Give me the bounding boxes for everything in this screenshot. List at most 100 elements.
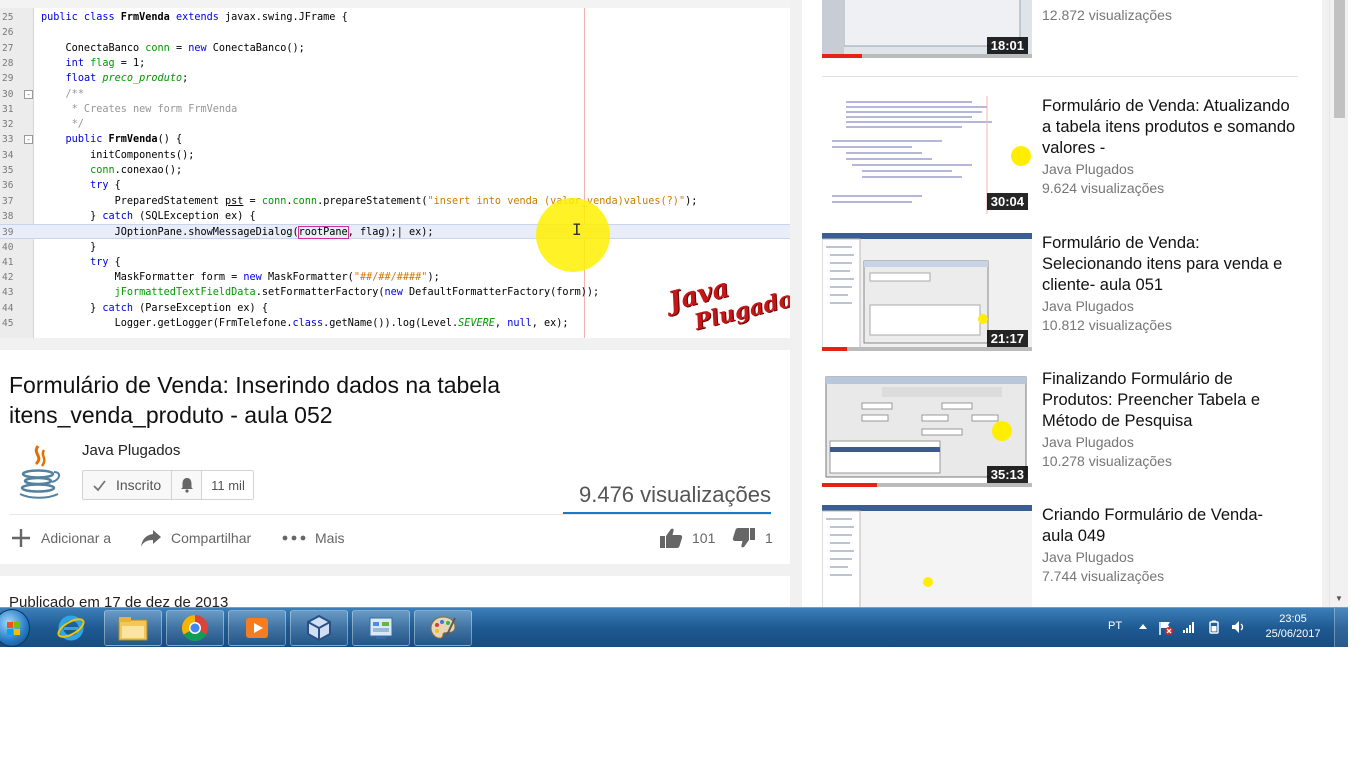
java-logo-icon (19, 445, 60, 499)
line-number: 36 (2, 180, 14, 192)
code-line: 35 conn.conexao(); (0, 163, 790, 178)
related-video-item[interactable]: 35:13 Finalizando Formulário de Produtos… (822, 369, 1302, 489)
video-channel: Java Plugados (1042, 434, 1134, 450)
video-info-card: Formulário de Venda: Inserindo dados na … (0, 350, 790, 564)
share-label: Compartilhar (171, 530, 252, 546)
line-number: 45 (2, 318, 14, 329)
code-line: 32 */ (0, 117, 790, 132)
code-text: jFormattedTextFieldData.setFormatterFact… (114, 287, 600, 299)
video-duration: 30:04 (986, 193, 1028, 210)
fold-toggle-icon: - (24, 89, 33, 99)
like-button[interactable]: 101 (659, 526, 715, 550)
code-text: try { (90, 180, 121, 192)
taskbar-file-explorer[interactable] (104, 610, 162, 646)
video-title-link[interactable]: Finalizando Formulário de Produtos: Pree… (1042, 369, 1298, 432)
video-title-link[interactable]: Criando Formulário de Venda- aula 049 (1042, 505, 1298, 547)
video-thumbnail[interactable] (822, 505, 1032, 607)
related-video-item[interactable]: Criando Formulário de Venda- aula 049 Ja… (822, 505, 1302, 607)
taskbar-virtualbox[interactable] (290, 610, 348, 646)
video-thumbnail[interactable]: 30:04 (822, 96, 1032, 214)
cube-icon (307, 614, 331, 642)
share-button[interactable]: Compartilhar (140, 526, 251, 550)
watch-progress-track (822, 347, 1032, 351)
video-thumbnail[interactable]: 35:13 (822, 369, 1032, 487)
chrome-icon (181, 614, 208, 642)
taskbar-internet-explorer[interactable] (42, 610, 100, 646)
channel-name-link[interactable]: Java Plugados (82, 442, 180, 459)
line-number: 25 (2, 12, 14, 23)
line-number: 43 (2, 287, 14, 299)
channel-avatar[interactable] (14, 442, 66, 500)
network-signal-icon[interactable] (1182, 620, 1196, 634)
media-player-icon (246, 618, 268, 638)
code-line: 33- public FrmVenda() { (0, 132, 790, 147)
published-date: Publicado em 17 de dez de 2013 (9, 594, 229, 607)
code-text: } catch (ParseException ex) { (41, 302, 268, 314)
code-text: */ (41, 119, 84, 131)
code-line: 39 JOptionPane.showMessageDialog(rootPan… (0, 224, 790, 240)
more-dots-icon (282, 535, 306, 541)
related-videos-sidebar: 18:01 12.872 visualizações 30:04 Formulá… (802, 0, 1322, 607)
video-duration: 18:01 (986, 37, 1028, 54)
language-indicator[interactable]: PT (1108, 620, 1122, 632)
related-video-item[interactable]: 21:17 Formulário de Venda: Selecionando … (822, 233, 1302, 353)
video-views: 10.812 visualizações (1042, 317, 1172, 333)
code-line: 31 * Creates new form FrmVenda (0, 102, 790, 117)
video-views: 10.278 visualizações (1042, 453, 1172, 469)
code-text: initComponents(); (41, 149, 195, 161)
line-number: 33 (2, 134, 14, 146)
watch-progress-bar (822, 347, 847, 351)
scrollbar-thumb[interactable] (1334, 0, 1345, 118)
code-line: 41 try { (0, 255, 790, 270)
code-line: 29 float preco_produto; (0, 71, 790, 86)
related-video-partial[interactable]: 18:01 12.872 visualizações (822, 0, 1302, 60)
show-desktop-button[interactable] (1334, 608, 1348, 648)
action-center-flag-icon[interactable] (1158, 620, 1173, 635)
dislike-button[interactable]: 1 (732, 526, 773, 550)
battery-icon[interactable] (1207, 620, 1221, 634)
start-button[interactable] (0, 609, 30, 647)
code-line: 37 PreparedStatement pst = conn.conn.pre… (0, 194, 790, 209)
page-scrollbar[interactable]: ▼ (1329, 0, 1348, 607)
code-line: 38 } catch (SQLException ex) { (0, 209, 790, 224)
video-title-link[interactable]: Formulário de Venda: Selecionando itens … (1042, 233, 1298, 296)
video-thumbnail[interactable]: 18:01 (822, 0, 1032, 58)
code-text: public FrmVenda() { (65, 134, 183, 146)
system-clock[interactable]: 23:05 25/06/2017 (1262, 612, 1324, 642)
video-player[interactable]: 25 public class FrmVenda extends javax.sw… (0, 0, 790, 338)
add-to-button[interactable]: Adicionar a (10, 526, 111, 550)
code-line: 28 int flag = 1; (0, 56, 790, 71)
more-button[interactable]: Mais (282, 526, 345, 550)
line-number: 38 (2, 210, 14, 222)
video-meta: Finalizando Formulário de Produtos: Pree… (1042, 369, 1298, 469)
taskbar-control-panel[interactable] (352, 610, 410, 646)
code-text: * Creates new form FrmVenda (41, 103, 238, 115)
code-line: 27 ConectaBanco conn = new ConectaBanco(… (0, 41, 790, 56)
video-meta: 12.872 visualizações (1042, 4, 1298, 23)
clock-date: 25/06/2017 (1265, 628, 1321, 640)
add-to-label: Adicionar a (41, 530, 112, 546)
video-title-link[interactable]: Formulário de Venda: Atualizando a tabel… (1042, 96, 1298, 159)
taskbar-paint[interactable] (414, 610, 472, 646)
video-thumbnail[interactable]: 21:17 (822, 233, 1032, 351)
notification-bell-button[interactable] (172, 471, 203, 499)
checkmark-icon (93, 479, 106, 491)
code-text: } (41, 241, 97, 253)
taskbar-chrome[interactable] (166, 610, 224, 646)
scroll-down-arrow-icon[interactable]: ▼ (1335, 594, 1343, 603)
browser-viewport: 25 public class FrmVenda extends javax.sw… (0, 0, 1348, 607)
line-number: 37 (2, 195, 14, 207)
video-duration: 21:17 (986, 330, 1028, 347)
volume-icon[interactable] (1231, 620, 1245, 634)
show-hidden-icons-icon[interactable] (1136, 620, 1150, 634)
bell-icon (180, 478, 193, 493)
subscribed-button[interactable]: Inscrito (83, 471, 173, 499)
line-number: 30 (2, 88, 14, 100)
taskbar-media-player[interactable] (228, 610, 286, 646)
line-number: 39 (2, 227, 14, 239)
related-video-item[interactable]: 30:04 Formulário de Venda: Atualizando a… (822, 96, 1302, 216)
video-channel: Java Plugados (1042, 549, 1134, 565)
video-meta: Criando Formulário de Venda- aula 049 Ja… (1042, 505, 1298, 584)
subscriber-count: 11 mil (202, 471, 253, 499)
line-number: 31 (2, 103, 14, 115)
